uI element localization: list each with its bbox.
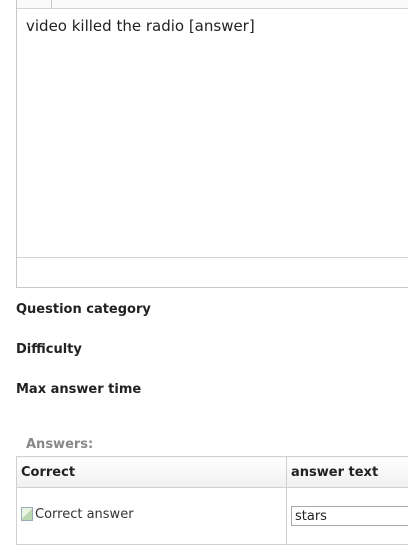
correct-answer-image[interactable]: Correct answer: [21, 507, 134, 522]
table-row: Correct answer: [16, 487, 408, 545]
column-header-correct: Correct: [16, 456, 287, 488]
correct-answer-alt-text: Correct answer: [35, 506, 134, 522]
difficulty-label: Difficulty: [16, 342, 82, 357]
column-header-answer-text: answer text: [286, 456, 408, 488]
broken-image-icon: [21, 507, 33, 522]
editor-content[interactable]: video killed the radio [answer]: [26, 17, 255, 35]
question-edit-page: video killed the radio [answer] Question…: [0, 0, 408, 547]
question-text-editor[interactable]: video killed the radio [answer]: [16, 0, 408, 288]
answers-table-header: Correct answer text: [16, 456, 408, 488]
toolbar-divider: [51, 0, 52, 8]
editor-status-bar: [17, 257, 408, 287]
answers-table: Correct answer text Correct answer: [16, 456, 408, 545]
answer-text-cell: [286, 487, 408, 545]
correct-cell: Correct answer: [16, 487, 287, 545]
answers-section-title: Answers:: [26, 437, 94, 452]
answer-text-input[interactable]: [291, 506, 408, 526]
max-answer-time-label: Max answer time: [16, 382, 142, 397]
editor-toolbar: [17, 0, 408, 9]
question-category-label: Question category: [16, 302, 151, 317]
